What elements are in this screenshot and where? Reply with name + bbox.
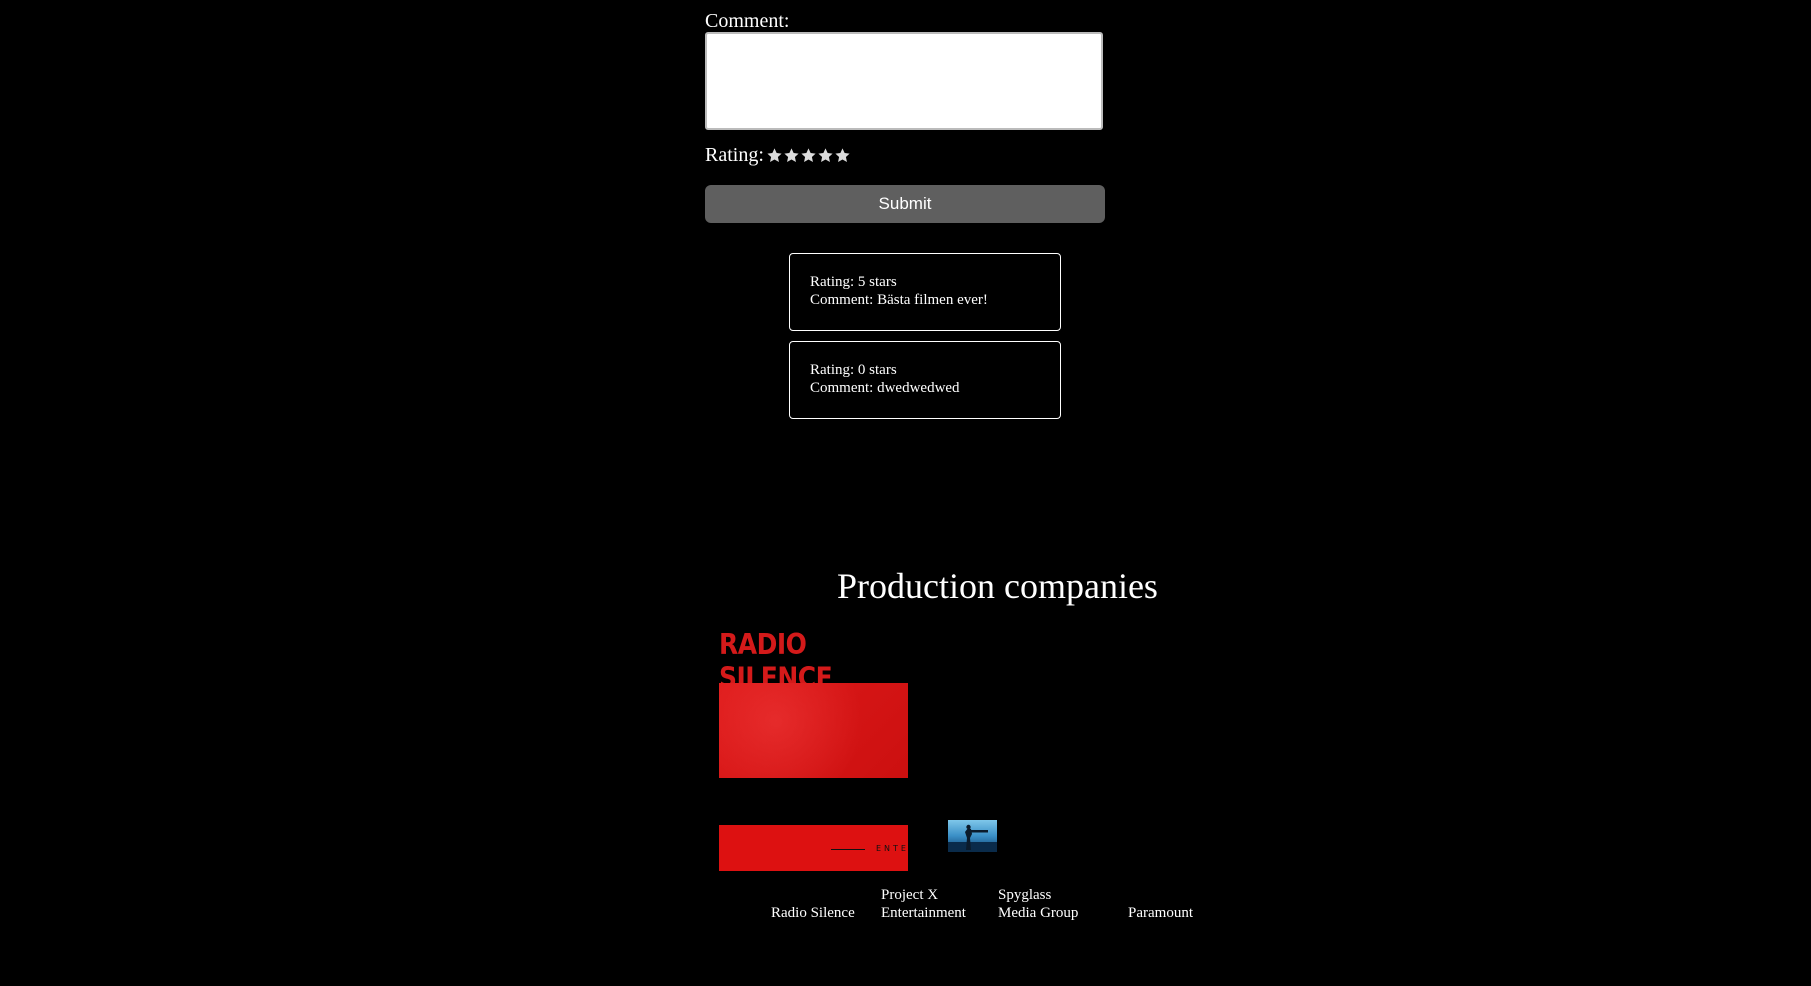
comment-textarea[interactable] (705, 32, 1103, 130)
company-name-spyglass: Spyglass Media Group (998, 886, 1098, 922)
review-card: Rating: 5 stars Comment: Bästa filmen ev… (789, 253, 1061, 331)
company-name-project-x: Project X Entertainment (881, 886, 991, 922)
company-name-line: Media Group (998, 905, 1079, 921)
production-companies-title: Production companies (837, 566, 1158, 606)
page: Comment: Rating: Submit Rating: 5 stars … (0, 0, 1811, 986)
radio-silence-logo-text: RADIO SILENCE (719, 627, 833, 695)
star-icon[interactable] (766, 147, 783, 164)
company-name-line: Spyglass (998, 887, 1052, 903)
company-name-paramount: Paramount (1128, 905, 1193, 921)
comment-label: Comment: (705, 10, 790, 32)
submit-button[interactable]: Submit (705, 185, 1105, 223)
review-rating: Rating: 0 stars (810, 362, 897, 378)
rating-stars (766, 147, 851, 164)
radio-silence-logo-block (719, 683, 908, 778)
project-x-logo: ENTE (719, 825, 908, 871)
review-rating: Rating: 5 stars (810, 274, 897, 290)
review-card: Rating: 0 stars Comment: dwedwedwed (789, 341, 1061, 419)
company-name-radio-silence: Radio Silence (771, 905, 855, 921)
star-icon[interactable] (800, 147, 817, 164)
company-name-line: Entertainment (881, 905, 966, 921)
rating-row: Rating: (705, 144, 851, 167)
company-name-line: Project X (881, 887, 939, 903)
star-icon[interactable] (783, 147, 800, 164)
rating-label: Rating: (705, 144, 764, 166)
star-icon[interactable] (834, 147, 851, 164)
spyglass-logo (948, 820, 997, 852)
star-icon[interactable] (817, 147, 834, 164)
review-comment: Comment: dwedwedwed (810, 380, 960, 396)
project-x-logo-line (831, 849, 865, 850)
review-comment: Comment: Bästa filmen ever! (810, 292, 988, 308)
spyglass-figure-icon (948, 824, 997, 852)
radio-silence-logo: RADIO SILENCE (719, 627, 908, 778)
project-x-logo-text: ENTE (876, 844, 908, 853)
